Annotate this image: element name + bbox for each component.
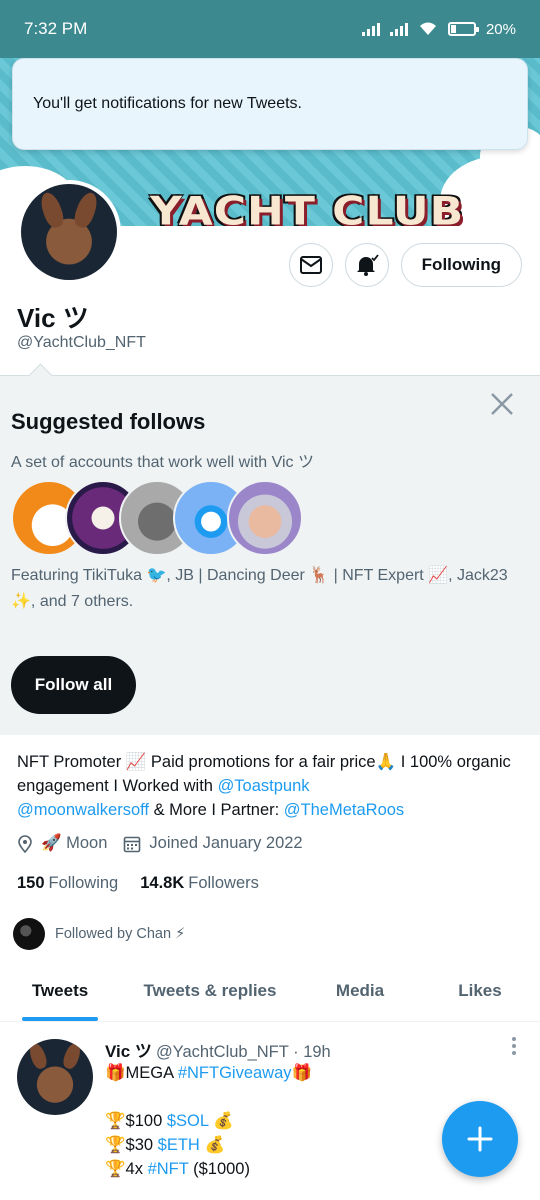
followers-stat[interactable]: 14.8K Followers	[140, 874, 259, 893]
profile-stats: 150 Following 14.8K Followers	[17, 874, 259, 893]
tweet-line: 🏆$100	[105, 1112, 167, 1130]
more-options-icon[interactable]	[512, 1037, 518, 1058]
status-time: 7:32 PM	[24, 19, 88, 38]
bio-text: & More I Partner:	[149, 801, 284, 819]
profile-tabs: Tweets Tweets & replies Media Likes	[0, 960, 540, 1022]
bio-mention-link[interactable]: @Toastpunk	[218, 777, 310, 795]
tweet-header: Vic ツ @YachtClub_NFT · 19h	[105, 1037, 331, 1062]
profile-meta: 🚀 Moon Joined January 2022	[17, 834, 303, 853]
location-icon	[18, 834, 32, 853]
profile-actions: Following	[288, 243, 522, 287]
hashtag-link[interactable]: #NFTGiveaway	[178, 1064, 292, 1082]
bio-mention-link[interactable]: @moonwalkersoff	[17, 801, 149, 819]
followers-count: 14.8K	[140, 874, 185, 892]
bio-mention-link[interactable]: @TheMetaRoos	[284, 801, 404, 819]
notification-toast: You'll get notifications for new Tweets.	[12, 58, 528, 150]
battery-icon	[447, 22, 479, 36]
profile-handle: @YachtClub_NFT	[17, 334, 146, 351]
plus-icon	[467, 1126, 493, 1152]
signal-icon	[361, 22, 380, 36]
followed-by-text: Followed by Chan ⚡	[55, 926, 186, 942]
followers-label: Followers	[188, 874, 259, 892]
tweet-line: 🏆$30	[105, 1136, 158, 1154]
status-bar: 7:32 PM 20%	[0, 0, 540, 58]
toast-message: You'll get notifications for new Tweets.	[33, 95, 302, 112]
suggested-subtitle: A set of accounts that work well with Vi…	[11, 454, 314, 471]
follow-all-button[interactable]: Follow all	[11, 656, 136, 714]
close-icon[interactable]	[488, 390, 516, 418]
tweet-line: 🎁MEGA	[105, 1064, 178, 1082]
profile-location: 🚀 Moon	[41, 834, 108, 852]
followed-by[interactable]: Followed by Chan ⚡	[13, 918, 185, 950]
calendar-icon	[124, 836, 141, 852]
following-count: 150	[17, 874, 45, 892]
suggested-featuring: Featuring TikiTuka 🐦, JB | Dancing Deer …	[11, 567, 508, 610]
profile-avatar[interactable]	[17, 180, 121, 284]
cashtag-link[interactable]: $ETH	[158, 1136, 200, 1154]
suggested-follows-panel: Suggested follows A set of accounts that…	[0, 375, 540, 735]
tab-tweets[interactable]: Tweets	[0, 960, 120, 1021]
tweet-line: 💰	[199, 1136, 225, 1154]
cashtag-link[interactable]: $SOL	[167, 1112, 209, 1130]
banner-text: YACHT CLUB	[150, 188, 465, 226]
tweet-handle-time: @YachtClub_NFT · 19h	[155, 1043, 331, 1061]
notifications-button[interactable]	[344, 243, 389, 287]
hashtag-link[interactable]: #NFT	[148, 1160, 189, 1178]
bell-check-icon	[356, 254, 379, 276]
suggested-avatars[interactable]	[11, 480, 311, 556]
signal-icon	[389, 22, 408, 36]
profile-joined: Joined January 2022	[149, 834, 303, 852]
wifi-icon	[419, 22, 436, 35]
tab-media[interactable]: Media	[300, 960, 420, 1021]
tweet-line: 🏆4x	[105, 1160, 148, 1178]
following-label: Following	[48, 874, 119, 892]
tweet-line: 🎁	[291, 1064, 313, 1082]
profile-name: Vic ツ	[17, 303, 89, 333]
following-button[interactable]: Following	[400, 243, 522, 287]
suggested-avatar	[227, 480, 303, 556]
suggested-title: Suggested follows	[11, 409, 206, 434]
tweet-line: ($1000)	[188, 1160, 250, 1178]
message-button[interactable]	[288, 243, 333, 287]
tweet-author-name: Vic ツ	[105, 1042, 152, 1061]
envelope-icon	[299, 256, 322, 274]
tab-tweets-replies[interactable]: Tweets & replies	[120, 960, 300, 1021]
compose-tweet-button[interactable]	[442, 1101, 518, 1177]
tab-likes[interactable]: Likes	[420, 960, 540, 1021]
tweet-text: 🎁MEGA #NFTGiveaway🎁 🏆$100 $SOL 💰 🏆$30 $E…	[105, 1061, 312, 1181]
battery-level: 20%	[485, 20, 516, 38]
follower-avatar	[13, 918, 45, 950]
tweet-line: 💰	[208, 1112, 234, 1130]
profile-bio: NFT Promoter 📈 Paid promotions for a fai…	[17, 750, 527, 822]
following-stat[interactable]: 150 Following	[17, 874, 118, 893]
status-icons: 20%	[361, 20, 516, 38]
tweet-avatar[interactable]	[17, 1039, 93, 1115]
